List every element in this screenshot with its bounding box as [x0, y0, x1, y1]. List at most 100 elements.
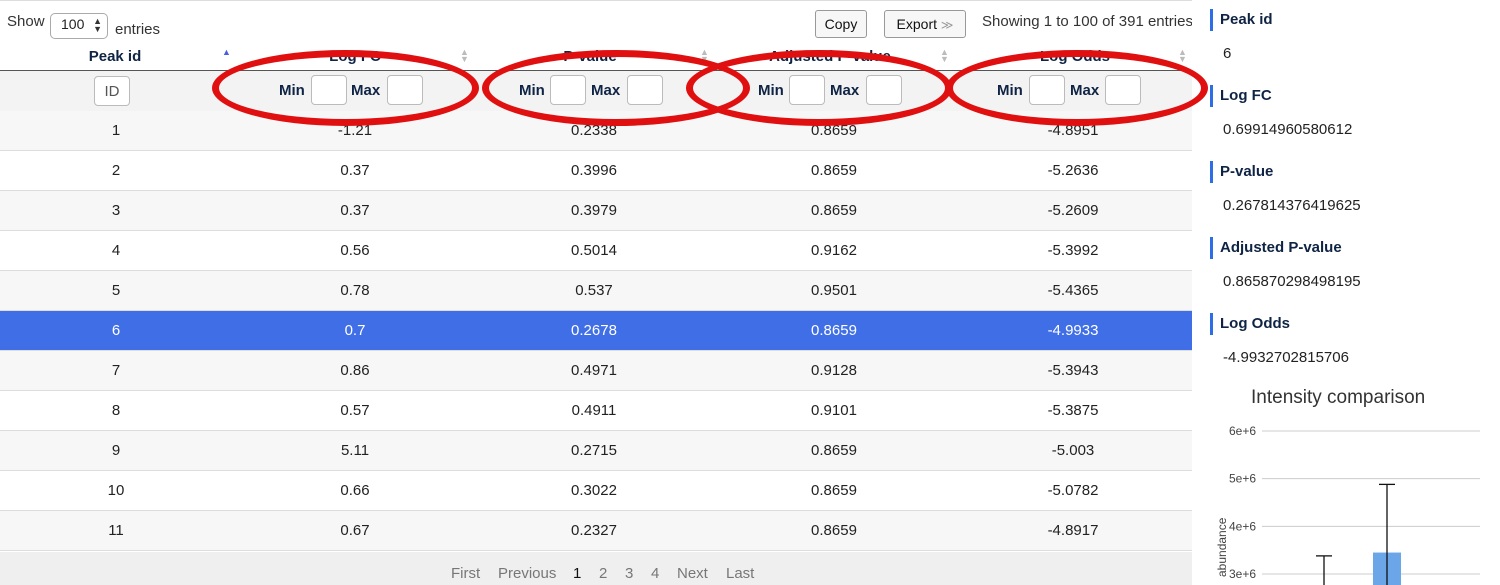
cell-log-odds: -5.0782 [1047, 482, 1099, 499]
cell-log-fc: 0.57 [340, 402, 370, 419]
detail-value-log-odds: -4.9932702815706 [1223, 349, 1349, 366]
sort-icon: ▲ ▼ [460, 47, 469, 64]
cell-p-value: 0.2678 [571, 322, 617, 339]
cell-log-odds: -5.003 [1051, 442, 1095, 459]
export-button-label: Export [896, 16, 937, 32]
cell-log-fc: 0.78 [340, 282, 370, 299]
cell-peak-id: 11 [108, 522, 124, 539]
copy-button[interactable]: Copy [815, 10, 867, 38]
page-size-value: 100 [61, 16, 85, 32]
y-tick-label: 6e+6 [1229, 424, 1256, 438]
cell-adjusted-p-value: 0.9101 [811, 402, 857, 419]
cell-log-fc: 0.86 [340, 362, 370, 379]
cell-log-fc: 0.67 [340, 522, 370, 539]
cell-peak-id: 6 [111, 322, 121, 339]
cell-log-fc: 0.66 [340, 482, 370, 499]
sort-icon: ▲ ▼ [1178, 47, 1187, 64]
cell-adjusted-p-value: 0.8659 [811, 442, 857, 459]
table-controls: Show 100 ▲ ▼ entries Copy Export ≫ Showin… [0, 0, 1208, 45]
pager-page-2[interactable]: 2 [599, 565, 607, 582]
export-button[interactable]: Export ≫ [884, 10, 966, 38]
cell-log-odds: -5.3943 [1047, 362, 1099, 379]
cell-log-odds: -5.3875 [1047, 402, 1099, 419]
table-row[interactable]: 7 0.86 0.4971 0.9128 -5.3943 [0, 351, 1192, 391]
cell-peak-id: 8 [111, 402, 121, 419]
cell-p-value: 0.2715 [571, 442, 617, 459]
cell-log-odds: -5.4365 [1047, 282, 1099, 299]
sort-icon: ▲ ▼ [940, 47, 949, 64]
pager-page-3[interactable]: 3 [625, 565, 633, 582]
cell-peak-id: 4 [111, 242, 121, 259]
y-tick-label: 3e+6 [1229, 567, 1256, 581]
cell-log-odds: -4.9933 [1047, 322, 1099, 339]
cell-p-value: 0.3996 [571, 162, 617, 179]
table-row-selected[interactable]: 6 0.7 0.2678 0.8659 -4.9933 [0, 311, 1192, 351]
table-row[interactable]: 10 0.66 0.3022 0.8659 -5.0782 [0, 471, 1192, 511]
pager-next[interactable]: Next [677, 565, 708, 582]
intensity-chart: 6e+6 5e+6 4e+6 3e+6abundance [1215, 424, 1480, 585]
pager-page-4[interactable]: 4 [651, 565, 659, 582]
cell-peak-id: 1 [111, 122, 121, 139]
detail-label-adjusted-p-value: Adjusted P-value [1210, 237, 1342, 259]
cell-log-odds: -5.2636 [1047, 162, 1099, 179]
cell-p-value: 0.5014 [571, 242, 617, 259]
cell-adjusted-p-value: 0.9162 [811, 242, 857, 259]
table-row[interactable]: 8 0.57 0.4911 0.9101 -5.3875 [0, 391, 1192, 431]
table-row[interactable]: 4 0.56 0.5014 0.9162 -5.3992 [0, 231, 1192, 271]
y-tick-label: 4e+6 [1229, 519, 1256, 533]
table-row[interactable]: 3 0.37 0.3979 0.8659 -5.2609 [0, 191, 1192, 231]
detail-value-adjusted-p-value: 0.865870298498195 [1223, 273, 1361, 290]
chevron-double-down-icon: ≫ [940, 18, 954, 32]
cell-log-fc: 0.37 [340, 202, 370, 219]
cell-peak-id: 2 [111, 162, 121, 179]
annotation-ellipse [946, 50, 1208, 126]
table-row[interactable]: 9 5.11 0.2715 0.8659 -5.003 [0, 431, 1192, 471]
cell-log-odds: -4.8917 [1047, 522, 1099, 539]
cell-p-value: 0.2327 [571, 522, 617, 539]
table-row[interactable]: 5 0.78 0.537 0.9501 -5.4365 [0, 271, 1192, 311]
annotation-ellipse [686, 50, 952, 126]
show-label: Show [7, 13, 45, 30]
cell-adjusted-p-value: 0.8659 [811, 522, 857, 539]
table-row[interactable]: 11 0.67 0.2327 0.8659 -4.8917 [0, 511, 1192, 551]
cell-peak-id: 3 [111, 202, 121, 219]
annotation-ellipse [212, 50, 479, 126]
cell-log-fc: 0.56 [340, 242, 370, 259]
header-peak-id[interactable]: Peak id [40, 48, 190, 65]
copy-button-label: Copy [824, 16, 858, 32]
y-axis-label: abundance [1215, 517, 1229, 577]
table-row[interactable]: 2 0.37 0.3996 0.8659 -5.2636 [0, 151, 1192, 191]
cell-peak-id: 10 [107, 482, 125, 499]
detail-label-p-value: P-value [1210, 161, 1273, 183]
id-filter-input[interactable]: ID [94, 76, 130, 106]
detail-value-log-fc: 0.69914960580612 [1223, 121, 1353, 138]
detail-label-log-fc: Log FC [1210, 85, 1272, 107]
cell-p-value: 0.4971 [571, 362, 617, 379]
cell-log-fc: 5.11 [340, 442, 370, 459]
chart-title: Intensity comparison [1251, 387, 1426, 408]
entries-label: entries [115, 21, 161, 38]
cell-adjusted-p-value: 0.8659 [811, 202, 857, 219]
detail-panel: Peak id 6 Log FC 0.69914960580612 P-valu… [1192, 0, 1500, 585]
cell-p-value: 0.537 [575, 282, 613, 299]
cell-log-odds: -5.2609 [1047, 202, 1099, 219]
pager-page-1[interactable]: 1 [573, 565, 581, 582]
pager-previous[interactable]: Previous [498, 565, 556, 582]
cell-peak-id: 9 [111, 442, 121, 459]
cell-adjusted-p-value: 0.8659 [811, 322, 857, 339]
pager-first[interactable]: First [451, 565, 480, 582]
cell-log-fc: 0.37 [340, 162, 370, 179]
page-size-select[interactable]: 100 ▲ ▼ [50, 13, 108, 39]
pager-last[interactable]: Last [726, 565, 754, 582]
cell-p-value: 0.3979 [571, 202, 617, 219]
cell-log-fc: 0.7 [344, 322, 366, 339]
cell-p-value: 0.4911 [571, 402, 617, 419]
cell-adjusted-p-value: 0.8659 [811, 162, 857, 179]
table-info: Showing 1 to 100 of 391 entries [982, 13, 1193, 30]
detail-value-p-value: 0.267814376419625 [1223, 197, 1361, 214]
sort-asc-icon: ▲ [222, 47, 231, 57]
cell-log-odds: -5.3992 [1047, 242, 1099, 259]
detail-value-peak-id: 6 [1223, 45, 1232, 62]
table-body: 1 -1.21 0.2338 0.8659 -4.8951 2 0.37 0.3996 0.86… [0, 111, 1192, 551]
detail-label-log-odds: Log Odds [1210, 313, 1290, 335]
